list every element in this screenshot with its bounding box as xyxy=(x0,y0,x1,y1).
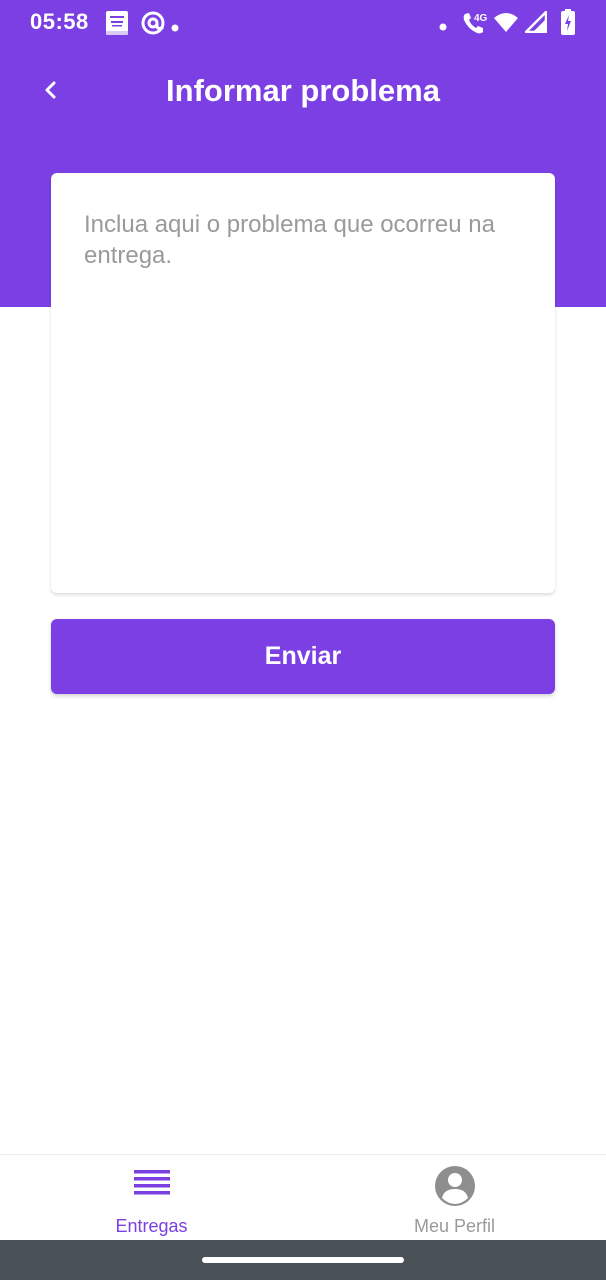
bible-app-icon xyxy=(104,10,130,41)
at-sign-icon xyxy=(141,11,167,42)
notification-dot-icon xyxy=(171,19,179,37)
nav-label-meu-perfil: Meu Perfil xyxy=(413,1216,496,1236)
wifi-icon xyxy=(493,11,519,38)
signal-icon xyxy=(522,8,548,38)
problem-card xyxy=(51,173,555,593)
page-title: Informar problema xyxy=(166,73,440,108)
list-icon xyxy=(133,1165,171,1204)
nav-label-entregas: Entregas xyxy=(115,1216,188,1236)
wifi-call-icon: 4G xyxy=(461,10,491,41)
status-time: 05:58 xyxy=(30,9,89,34)
nav-item-entregas[interactable]: Entregas xyxy=(0,1155,303,1241)
system-navigation-bar xyxy=(0,1240,606,1280)
dot-icon xyxy=(439,18,447,36)
account-circle-icon xyxy=(434,1165,476,1212)
battery-charging-icon xyxy=(561,9,575,40)
screen: 05:58 4G Informar problema Inclua aqui o… xyxy=(0,0,606,1280)
home-gesture-handle[interactable] xyxy=(202,1257,404,1263)
problem-description-input[interactable] xyxy=(51,173,555,593)
status-bar: 05:58 4G xyxy=(0,0,606,46)
bottom-navigation: Entregas Meu Perfil xyxy=(0,1154,606,1240)
network-label: 4G xyxy=(474,13,488,24)
nav-item-meu-perfil[interactable]: Meu Perfil xyxy=(303,1155,606,1241)
send-button[interactable]: Enviar xyxy=(51,619,555,694)
